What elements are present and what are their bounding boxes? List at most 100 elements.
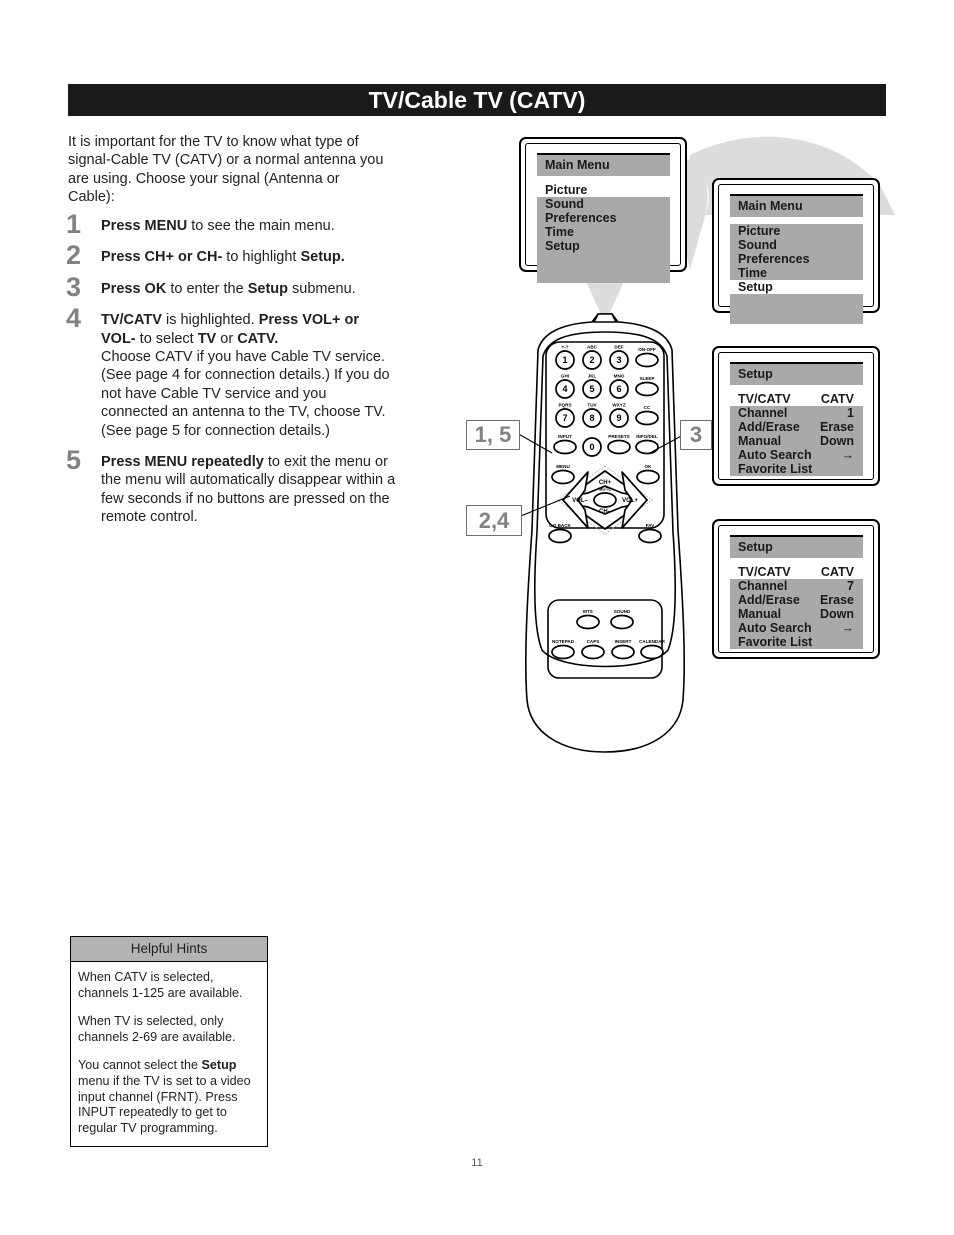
remote-key-presets[interactable]	[607, 439, 631, 455]
osd-menu-row: Sound	[730, 238, 863, 252]
osd-screen-inner: Main Menu Picture Sound Preferences Time Set…	[525, 143, 681, 283]
step-number: 5	[66, 445, 82, 476]
callout-step-1-5: 1, 5	[466, 420, 520, 450]
osd-menu-row: Setup	[537, 239, 670, 253]
osd-menu-row: Channel 1	[730, 406, 863, 420]
remote-key-presets-sublabel: PRESETS	[608, 434, 629, 439]
hint-paragraph-3: You cannot select the Setup menu if the …	[78, 1058, 251, 1135]
osd-menu-row: Preferences	[730, 252, 863, 266]
callout-step-3: 3	[680, 420, 712, 450]
osd-row-label: Add/Erase	[738, 593, 800, 607]
remote-mts-button[interactable]	[576, 614, 600, 630]
remote-caps-button[interactable]	[581, 644, 605, 660]
remote-key-8-label: 8	[589, 413, 594, 423]
osd-row-label: Favorite List	[738, 462, 813, 476]
remote-key-2-label: 2	[589, 355, 594, 365]
remote-menu-button-sublabel: MENU	[556, 464, 570, 469]
remote-key-8-sublabel: TUV	[587, 403, 597, 408]
remote-key-2-sublabel: ABC	[587, 345, 598, 350]
remote-menu-button[interactable]	[551, 469, 575, 485]
remote-key-info-del-sublabel: INFO/DEL	[636, 434, 658, 439]
osd-main-menu-setup-highlighted: Main Menu Picture Sound Preferences Time Set…	[712, 178, 880, 324]
osd-row-label: Time	[545, 225, 574, 239]
osd-row-label: Channel	[738, 406, 788, 420]
osd-row-value: Down	[819, 607, 854, 621]
remote-key-on-off[interactable]	[635, 352, 659, 368]
osd-row-label: TV/CATV	[738, 392, 791, 406]
osd-menu-row: Add/Erase Erase	[730, 420, 863, 434]
remote-key-9-label: 9	[616, 413, 621, 423]
remote-notepad-button[interactable]	[551, 644, 575, 660]
remote-key-info-del[interactable]	[635, 439, 659, 455]
remote-go-back-button[interactable]	[548, 528, 572, 544]
step-text: TV/CATV is highlighted. Press VOL+ or VO…	[101, 312, 390, 439]
navpad-channel-up-button-label: CH+	[599, 480, 612, 486]
steps-list: 1 Press MENU to see the main menu. 2 Press …	[66, 211, 396, 540]
osd-row-label: Setup	[738, 280, 773, 294]
step-item: 5 Press MENU repeatedly to exit the menu …	[66, 447, 396, 527]
osd-row-list: TV/CATV CATV Channel 1 Add/Erase Erase Manual D…	[730, 392, 863, 476]
osd-row-label: Manual	[738, 607, 782, 621]
step-text: Press MENU to see the main menu.	[101, 218, 335, 234]
osd-row-label: Preferences	[545, 211, 617, 225]
remote-control-illustration: +-? 1 ABC 2 DEF 3 ON·OFF GHI 4 JKL 5 MNO 6 SLEEP PQRS 7…	[505, 313, 697, 753]
remote-mts-button-sublabel: MTS	[583, 609, 593, 614]
remote-key-input[interactable]	[553, 439, 577, 455]
navpad-mute-button[interactable]	[593, 492, 617, 508]
osd-row-value: →	[841, 621, 855, 635]
osd-menu-row: Favorite List	[730, 635, 863, 649]
remote-key-3-label: 3	[616, 355, 621, 365]
remote-sound-button[interactable]	[610, 614, 634, 630]
osd-menu-row: Manual Down	[730, 607, 863, 621]
osd-row-label: Auto Search	[738, 621, 812, 635]
step-item: 2 Press CH+ or CH- to highlight Setup.	[66, 242, 396, 269]
osd-menu-row: Time	[537, 225, 670, 239]
navpad-mute-button-sublabel: MUTE	[598, 487, 611, 492]
osd-screen-inner: Main Menu Picture Sound Preferences Time Set…	[718, 184, 874, 324]
osd-title: Setup	[730, 535, 863, 558]
step-number: 4	[66, 303, 82, 334]
osd-row-label: TV/CATV	[738, 565, 791, 579]
remote-key-6-sublabel: MNO	[614, 374, 625, 379]
step-number: 2	[66, 240, 82, 271]
remote-notepad-button-sublabel: NOTEPAD	[552, 639, 575, 644]
osd-menu-row: Setup	[730, 280, 863, 294]
remote-caps-button-sublabel: CAPS	[587, 639, 600, 644]
osd-row-list: Picture Sound Preferences Time Setup	[537, 183, 670, 253]
osd-row-label: Add/Erase	[738, 420, 800, 434]
page-number: 11	[471, 1157, 483, 1169]
osd-row-value: 7	[847, 579, 854, 593]
remote-key-6-label: 6	[616, 384, 621, 394]
osd-screen-inner: Setup TV/CATV CATV Channel 7 Add/Erase Erase M…	[718, 525, 874, 653]
remote-key-5-sublabel: JKL	[588, 374, 597, 379]
remote-key-sleep[interactable]	[635, 381, 659, 397]
remote-insert-button-sublabel: INSERT	[615, 639, 632, 644]
helpful-hints-body: When CATV is selected, channels 1-125 ar…	[71, 962, 267, 1146]
hint-paragraph-1: When CATV is selected, channels 1-125 ar…	[78, 970, 243, 1000]
osd-menu-row: Channel 7	[730, 579, 863, 593]
remote-key-1-sublabel: +-?	[561, 345, 568, 350]
step-number: 1	[66, 209, 82, 239]
helpful-hints-title: Helpful Hints	[71, 937, 267, 962]
remote-fav-button[interactable]	[638, 528, 662, 544]
osd-row-label: Picture	[738, 224, 781, 238]
remote-ok-button[interactable]	[636, 469, 660, 485]
callout-step-2-4: 2,4	[466, 505, 522, 536]
osd-menu-row: TV/CATV CATV	[730, 392, 863, 406]
step-item: 1 Press MENU to see the main menu.	[66, 211, 396, 238]
remote-key-cc[interactable]	[635, 410, 659, 426]
osd-setup-channel-7: Setup TV/CATV CATV Channel 7 Add/Erase Erase M…	[712, 519, 880, 659]
step-text: Press CH+ or CH- to highlight Setup.	[101, 249, 345, 266]
osd-row-value: →	[841, 448, 855, 462]
osd-row-value: Erase	[819, 420, 854, 434]
osd-row-label: Favorite List	[738, 635, 813, 649]
osd-menu-row: Auto Search →	[730, 448, 863, 462]
remote-key-4-sublabel: GHI	[561, 374, 569, 379]
osd-menu-row: TV/CATV CATV	[730, 565, 863, 579]
osd-setup-channel-1: Setup TV/CATV CATV Channel 1 Add/Erase Erase M…	[712, 346, 880, 486]
remote-calendar-button[interactable]	[640, 644, 664, 660]
step-text: Press MENU repeatedly to exit the menu o…	[101, 454, 396, 526]
remote-insert-button[interactable]	[611, 644, 635, 660]
page-title-bar: TV/Cable TV (CATV)	[68, 84, 886, 116]
osd-row-value: Down	[819, 434, 854, 448]
